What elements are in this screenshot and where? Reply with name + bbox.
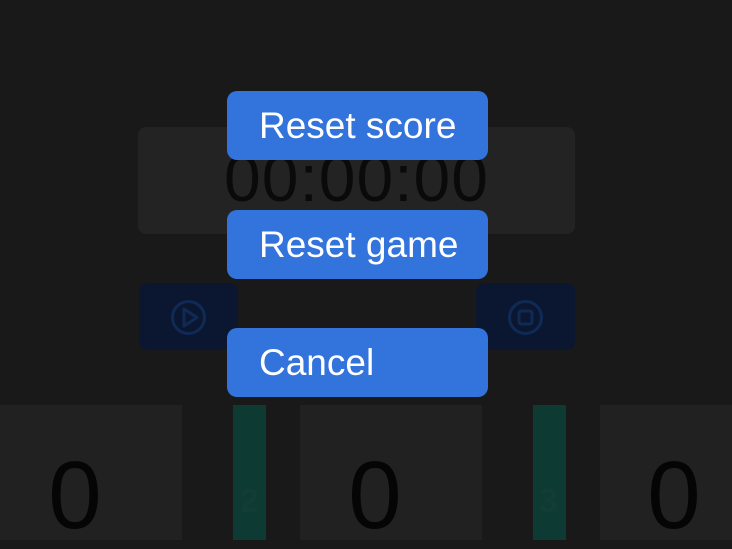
play-circle-icon (171, 300, 206, 335)
score-value-3: 0 (647, 442, 701, 549)
reset-game-button[interactable]: Reset game (227, 210, 488, 279)
cancel-button[interactable]: Cancel (227, 328, 488, 397)
reset-score-button[interactable]: Reset score (227, 91, 488, 160)
period-bar-label-2: 3 (539, 482, 558, 520)
stop-button[interactable] (476, 283, 575, 350)
period-bar-label-1: 2 (240, 482, 259, 520)
score-value-2: 0 (348, 442, 402, 549)
stop-circle-icon (508, 300, 543, 335)
play-button[interactable] (139, 283, 238, 350)
score-value-1: 0 (48, 442, 102, 549)
